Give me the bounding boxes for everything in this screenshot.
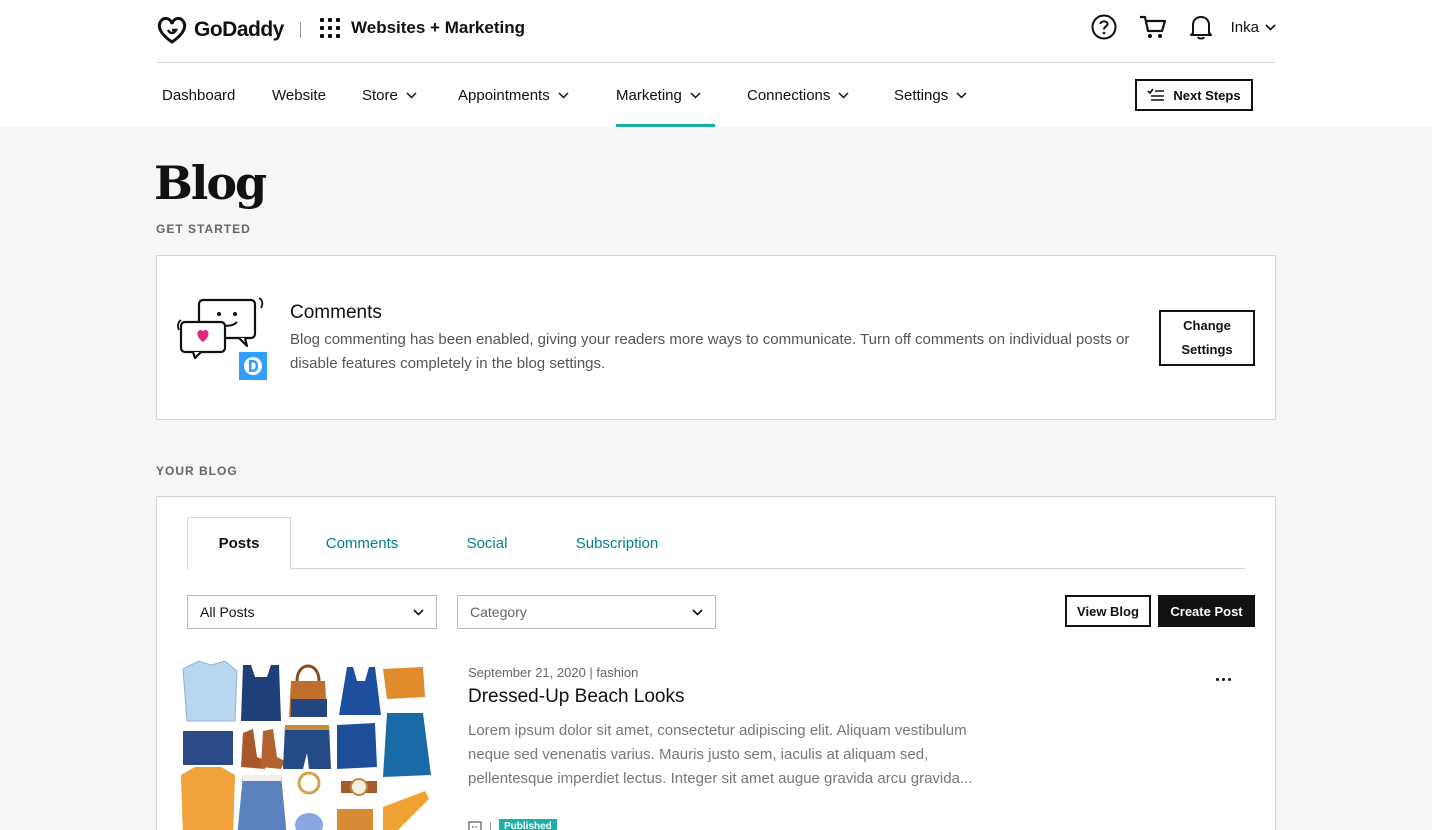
main-nav: Dashboard Website Store Appointments Mar… [156, 63, 1276, 127]
nav-item-store[interactable]: Store [362, 63, 417, 127]
user-name: Inka [1230, 18, 1259, 36]
comments-heading: Comments [290, 302, 382, 323]
user-menu[interactable]: Inka [1231, 19, 1276, 36]
chevron-down-icon [690, 91, 701, 99]
nav-item-settings[interactable]: Settings [894, 63, 967, 127]
help-icon[interactable] [1091, 14, 1117, 40]
blog-card: Posts Comments Social Subscription All P… [156, 496, 1276, 830]
next-steps-label: Next Steps [1173, 87, 1241, 103]
tab-label: Social [466, 534, 508, 552]
bell-icon[interactable] [1189, 14, 1213, 40]
your-blog-label: YOUR BLOG [156, 464, 238, 478]
post-thumbnail[interactable] [177, 657, 433, 830]
chevron-down-icon [956, 91, 967, 99]
change-settings-button[interactable]: Change Settings [1159, 310, 1255, 366]
nav-item-label: Appointments [458, 86, 550, 104]
checklist-icon [1147, 88, 1165, 101]
post-title[interactable]: Dressed-Up Beach Looks [468, 686, 685, 708]
comments-card: Comments Blog commenting has been enable… [156, 255, 1276, 420]
apps-grid-icon [320, 18, 340, 38]
chevron-down-icon [413, 608, 424, 616]
create-post-label: Create Post [1170, 603, 1243, 619]
chevron-down-icon [838, 91, 849, 99]
posts-filter-select[interactable]: All Posts [187, 595, 437, 629]
nav-item-appointments[interactable]: Appointments [458, 63, 569, 127]
top-bar: GoDaddy Websites + Marketing Inka Dashbo… [0, 0, 1432, 127]
more-options-icon[interactable] [1211, 671, 1235, 687]
tab-label: Posts [218, 535, 260, 552]
post-thumbnail-image [181, 660, 431, 830]
tab-label: Comments [325, 534, 399, 552]
nav-item-label: Marketing [616, 86, 682, 104]
nav-item-marketing[interactable]: Marketing [616, 63, 715, 127]
nav-item-label: Settings [894, 86, 949, 104]
post-excerpt: Lorem ipsum dolor sit amet, consectetur … [468, 722, 973, 787]
change-settings-label-line1: Change [1183, 318, 1231, 333]
page-subtitle: GET STARTED [156, 222, 251, 236]
tab-social[interactable]: Social [447, 517, 527, 569]
top-bar-inner: GoDaddy Websites + Marketing Inka [156, 0, 1276, 63]
post-meta: September 21, 2020 | fashion [468, 665, 639, 680]
nav-item-connections[interactable]: Connections [747, 63, 849, 127]
blog-tabs: Posts Comments Social Subscription [187, 517, 1245, 570]
page-title: Blog [154, 156, 267, 210]
chevron-down-icon [406, 91, 417, 99]
chevron-down-icon [692, 608, 703, 616]
disqus-icon [239, 352, 267, 380]
nav-item-label: Website [272, 86, 326, 104]
godaddy-logo[interactable]: GoDaddy [156, 16, 284, 44]
cart-icon[interactable] [1139, 14, 1167, 40]
change-settings-label-line2: Settings [1181, 342, 1233, 357]
nav-item-label: Store [362, 86, 398, 104]
chevron-down-icon [1265, 23, 1276, 31]
nav-item-website[interactable]: Website [272, 63, 326, 127]
product-title: Websites + Marketing [351, 18, 525, 37]
view-blog-button[interactable]: View Blog [1065, 595, 1151, 627]
category-placeholder: Category [470, 604, 527, 620]
logo-text: GoDaddy [194, 18, 284, 41]
godaddy-logo-icon [157, 16, 187, 44]
tab-comments[interactable]: Comments [307, 517, 417, 569]
post-list-item[interactable]: September 21, 2020 | fashion Dressed-Up … [177, 657, 1257, 830]
posts-filter-value: All Posts [200, 604, 255, 620]
tab-label: Subscription [575, 534, 659, 552]
view-blog-label: View Blog [1077, 603, 1139, 619]
comment-count-icon [468, 820, 482, 830]
status-badge: Published [499, 819, 557, 830]
nav-item-dashboard[interactable]: Dashboard [162, 63, 235, 127]
nav-item-label: Dashboard [162, 86, 236, 104]
tab-posts[interactable]: Posts [187, 517, 291, 570]
header-actions: Inka [1069, 14, 1276, 40]
nav-item-label: Connections [747, 86, 831, 104]
category-select[interactable]: Category [457, 595, 716, 629]
post-footer: Published [468, 819, 557, 830]
next-steps-button[interactable]: Next Steps [1135, 79, 1253, 111]
apps-switcher[interactable]: Websites + Marketing [320, 18, 525, 38]
footer-divider [490, 821, 491, 830]
tab-subscription[interactable]: Subscription [561, 517, 673, 569]
logo-divider [300, 22, 301, 38]
comments-illustration [177, 294, 269, 387]
create-post-button[interactable]: Create Post [1158, 595, 1255, 627]
comments-description: Blog commenting has been enabled, giving… [290, 331, 1130, 372]
chevron-down-icon [558, 91, 569, 99]
